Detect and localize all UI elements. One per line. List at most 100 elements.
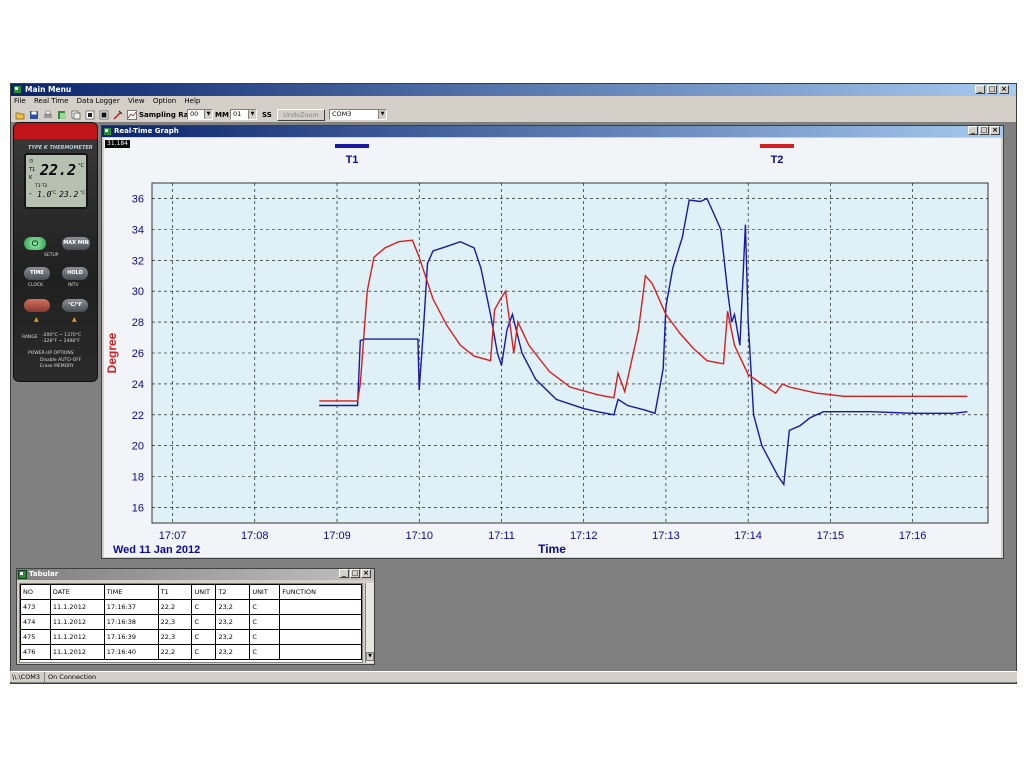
y-tick-label: 34: [132, 224, 144, 236]
chevron-down-icon[interactable]: ▼: [248, 110, 256, 119]
table-cell: 23,2: [215, 599, 251, 615]
chevron-down-icon[interactable]: ▼: [204, 110, 212, 119]
table-cell: 22,2: [157, 599, 193, 615]
menu-help[interactable]: Help: [184, 97, 200, 105]
table-cell: [279, 614, 362, 630]
graph-minimize-button[interactable]: _: [968, 126, 978, 135]
app-icon: [13, 85, 22, 94]
main-title-bar[interactable]: Main Menu _ □ ×: [11, 84, 1016, 96]
tabular-minimize-button[interactable]: _: [339, 569, 349, 578]
x-tick-label: 17:08: [241, 530, 269, 542]
col-header[interactable]: T1: [157, 584, 193, 600]
x-tick-label: 17:16: [899, 530, 927, 542]
unit-button: °C/°F: [62, 299, 88, 312]
col-header[interactable]: T2: [215, 584, 251, 600]
menu-view[interactable]: View: [128, 97, 145, 105]
port-select[interactable]: COM3 ▼: [329, 109, 387, 120]
maximize-button[interactable]: □: [987, 85, 997, 94]
graph-window-icon: [103, 127, 112, 136]
tabular-maximize-button[interactable]: □: [350, 569, 360, 578]
table-row[interactable]: 474 11.1.2012 17:16:38 22,3 C 23,2 C: [20, 614, 362, 630]
table-cell: 11.1.2012: [49, 629, 105, 645]
setup-label: SETUP: [44, 253, 59, 258]
tabular-title-bar[interactable]: Tabular _ □ ×: [17, 569, 374, 580]
open-folder-icon[interactable]: [15, 110, 25, 120]
table-cell: [279, 644, 362, 660]
x-tick-label: 17:09: [323, 530, 351, 542]
table-cell: 23,2: [215, 614, 251, 630]
hours-value: 00: [190, 110, 199, 118]
cursor-readout: 31.184: [105, 140, 130, 148]
undo-zoom-button[interactable]: UndoZoom: [277, 109, 325, 121]
menu-option[interactable]: Option: [153, 97, 176, 105]
temperature-chart[interactable]: 16 18 20 22 24 26 28 30 32 34 36 17:07 17:08 17:09 17:…: [104, 138, 1001, 557]
table-row[interactable]: 476 11.1.2012 17:16:40 22,2 C 23,2 C: [20, 644, 362, 660]
thermometer-device: TYPE K THERMOMETER ◷ T1 K 22.2 °C T1-T2 …: [13, 122, 98, 382]
y-axis-label: Degree: [105, 332, 119, 373]
menu-real-time[interactable]: Real Time: [34, 97, 68, 105]
table-cell: [279, 629, 362, 645]
scroll-down-icon[interactable]: ▼: [366, 652, 374, 661]
graph-window: Real-Time Graph _ □ × 31.184 16 18 20 22 24 2…: [101, 125, 1004, 559]
col-header[interactable]: UNIT: [249, 584, 281, 600]
probe-icon[interactable]: [113, 110, 123, 120]
tabular-close-button[interactable]: ×: [361, 569, 371, 578]
x-tick-label: 17:07: [159, 530, 187, 542]
table-cell: C: [191, 599, 217, 615]
y-tick-label: 32: [132, 255, 144, 267]
status-bar: \\.\COM3 On Connection: [10, 671, 1017, 683]
graph-title: Real-Time Graph: [114, 127, 179, 135]
minimize-button[interactable]: _: [975, 85, 985, 94]
table-cell: C: [191, 629, 217, 645]
save-icon[interactable]: [29, 110, 39, 120]
tabular-window: Tabular _ □ × NO DATE TIME T1 UNIT T2 UN…: [16, 568, 375, 665]
table-cell: C: [249, 614, 281, 630]
export-icon[interactable]: [57, 110, 67, 120]
lcd-main-unit: °C: [78, 163, 84, 169]
col-header[interactable]: DATE: [49, 584, 105, 600]
menu-data-logger[interactable]: Data Logger: [77, 97, 120, 105]
table-row[interactable]: 475 11.1.2012 17:16:39 22,3 C 23,2 C: [20, 629, 362, 645]
lcd-k-label: K: [29, 175, 33, 181]
close-button[interactable]: ×: [999, 85, 1009, 94]
power-button: ⏻: [24, 237, 46, 250]
copy-icon[interactable]: [71, 110, 81, 120]
table-row[interactable]: 473 11.1.2012 17:16:37 22,2 C 23,2 C: [20, 599, 362, 615]
col-header[interactable]: UNIT: [191, 584, 217, 600]
table-cell: C: [249, 629, 281, 645]
stop-icon[interactable]: [99, 110, 109, 120]
power-up-label: POWER-UP OPTIONS: [28, 351, 74, 356]
graph-close-button[interactable]: ×: [990, 126, 1000, 135]
record-icon[interactable]: [85, 110, 95, 120]
graph-maximize-button[interactable]: □: [979, 126, 989, 135]
graph-title-bar[interactable]: Real-Time Graph _ □ ×: [102, 126, 1003, 137]
hours-select[interactable]: 00 ▼: [187, 109, 213, 120]
y-tick-label: 22: [132, 410, 144, 422]
col-header[interactable]: NO: [20, 584, 51, 600]
lcd-t1-label: T1: [29, 167, 36, 173]
lcd-t2-reading: 23.2: [59, 190, 79, 199]
print-icon[interactable]: [43, 110, 53, 120]
chevron-down-icon[interactable]: ▼: [378, 110, 386, 119]
minutes-select[interactable]: 01 ▼: [230, 109, 257, 120]
time-button: TIME: [24, 267, 50, 280]
table-cell: C: [191, 644, 217, 660]
chart-icon[interactable]: [127, 110, 137, 120]
option-erase-memory: Erase MEMORY: [40, 364, 74, 369]
table-scrollbar[interactable]: ▼: [365, 583, 374, 663]
tabular-title: Tabular: [29, 570, 59, 578]
col-header[interactable]: TIME: [103, 584, 159, 600]
table-header-row: NO DATE TIME T1 UNIT T2 UNIT FUNCTION: [20, 584, 362, 600]
menu-file[interactable]: File: [14, 97, 26, 105]
graph-canvas[interactable]: 31.184 16 18 20 22 24 26 28 30 32 34 36 17:07 17:08 1…: [104, 138, 1001, 557]
intv-label: INTV: [68, 283, 79, 288]
toolbar: Sampling Rate 00 ▼ MM 01 ▼ SS UndoZoom COM…: [11, 107, 1016, 123]
table-cell: 17:16:38: [103, 614, 159, 630]
lcd-t2-unit: °C: [80, 191, 86, 196]
y-tick-label: 18: [132, 472, 144, 484]
col-header[interactable]: FUNCTION: [279, 584, 362, 600]
table-cell: 23,2: [215, 629, 251, 645]
maxmin-button: MAX MIN: [62, 237, 90, 250]
legend-swatch-t1: [335, 144, 369, 148]
clock-label: CLOCK: [28, 283, 44, 288]
